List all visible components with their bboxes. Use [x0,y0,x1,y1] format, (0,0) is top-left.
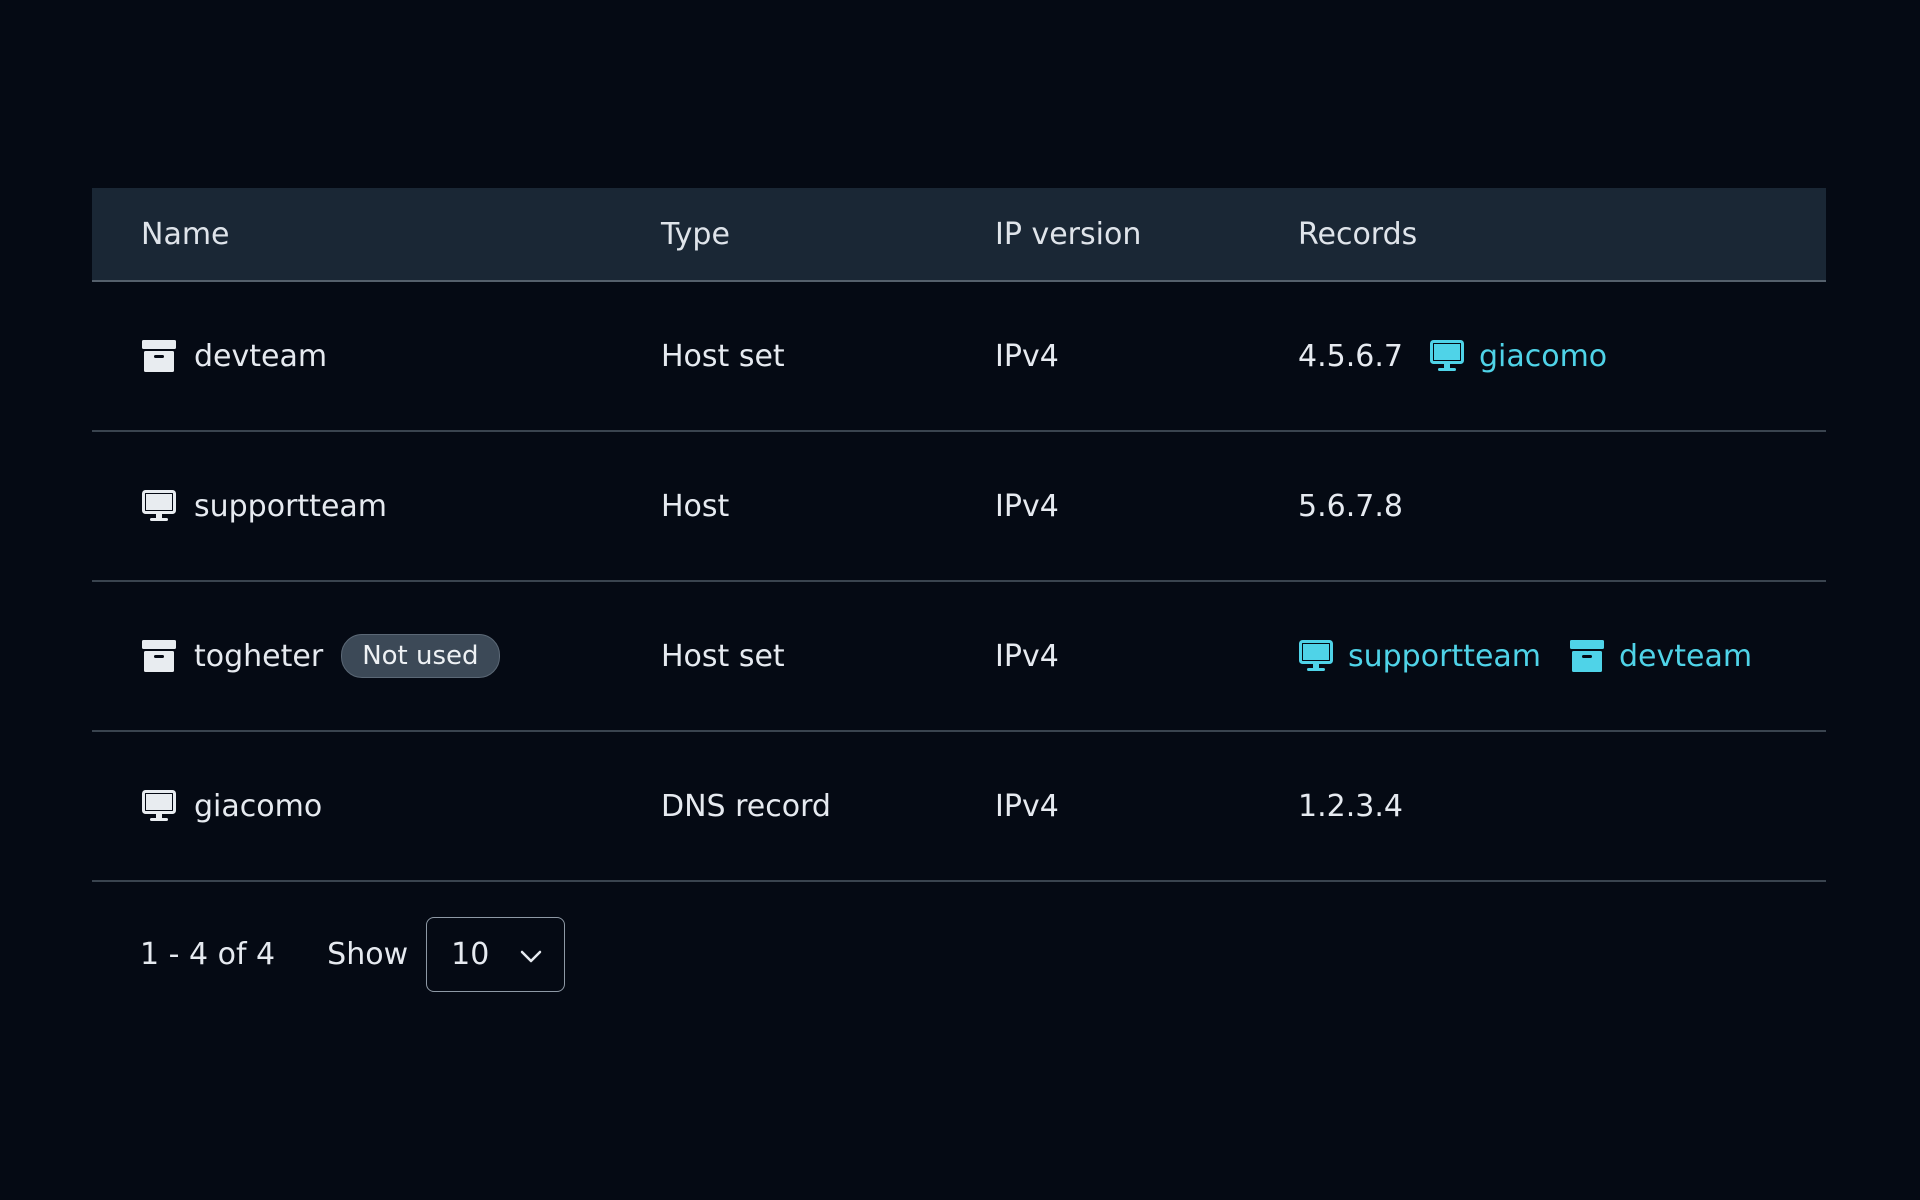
column-header-records[interactable]: Records [1298,188,1826,282]
name-cell: togheter Not used [92,581,661,732]
type-cell: Host set [661,281,995,432]
record-link-giacomo[interactable]: giacomo [1429,338,1607,374]
table-header-row: Name Type IP version Records [92,188,1826,282]
record-link-label[interactable]: supportteam [1348,639,1541,674]
record-link-label[interactable]: devteam [1619,639,1752,674]
record-link-devteam[interactable]: devteam [1569,638,1752,674]
page-size-select[interactable]: 10 [426,917,566,992]
record-ip: 1.2.3.4 [1298,788,1403,824]
table-row[interactable]: devteam Host set IPv4 4.5.6.7 giacomo [92,281,1826,432]
objects-table: Name Type IP version Records devteam Hos… [92,188,1826,882]
row-name[interactable]: giacomo [194,789,322,824]
page-size-label: Show [327,937,409,972]
monitor-icon [1429,338,1465,374]
chevron-down-icon [520,937,542,972]
ip-version-cell: IPv4 [995,581,1298,732]
page-size-value: 10 [451,937,490,972]
table-row[interactable]: supportteam Host IPv4 5.6.7.8 [92,431,1826,582]
archive-icon [141,338,177,374]
monitor-icon [141,488,177,524]
monitor-icon [1298,638,1334,674]
column-header-name[interactable]: Name [92,188,661,282]
name-cell: supportteam [92,431,661,582]
type-cell: DNS record [661,731,995,882]
status-badge: Not used [341,634,500,678]
pagination-bar: 1 - 4 of 4 Show 10 [92,882,1826,1027]
type-cell: Host [661,431,995,582]
table-container: Name Type IP version Records devteam Hos… [92,188,1826,1027]
ip-version-cell: IPv4 [995,281,1298,432]
record-link-supportteam[interactable]: supportteam [1298,638,1541,674]
pagination-range: 1 - 4 of 4 [140,937,276,972]
record-ip: 4.5.6.7 [1298,338,1403,374]
monitor-icon [141,788,177,824]
records-cell: 1.2.3.4 [1298,731,1826,882]
name-cell: giacomo [92,731,661,882]
column-header-type[interactable]: Type [661,188,995,282]
row-name[interactable]: togheter [194,639,323,674]
record-ip: 5.6.7.8 [1298,488,1403,524]
row-name[interactable]: devteam [194,339,327,374]
ip-version-cell: IPv4 [995,731,1298,882]
records-cell: supportteam devteam [1298,581,1826,732]
record-link-label[interactable]: giacomo [1479,339,1607,374]
archive-icon [141,638,177,674]
column-header-ip-version[interactable]: IP version [995,188,1298,282]
ip-version-cell: IPv4 [995,431,1298,582]
table-row[interactable]: giacomo DNS record IPv4 1.2.3.4 [92,731,1826,882]
name-cell: devteam [92,281,661,432]
type-cell: Host set [661,581,995,732]
table-row[interactable]: togheter Not used Host set IPv4 supportt… [92,581,1826,732]
row-name[interactable]: supportteam [194,489,387,524]
archive-icon [1569,638,1605,674]
records-cell: 5.6.7.8 [1298,431,1826,582]
records-cell: 4.5.6.7 giacomo [1298,281,1826,432]
